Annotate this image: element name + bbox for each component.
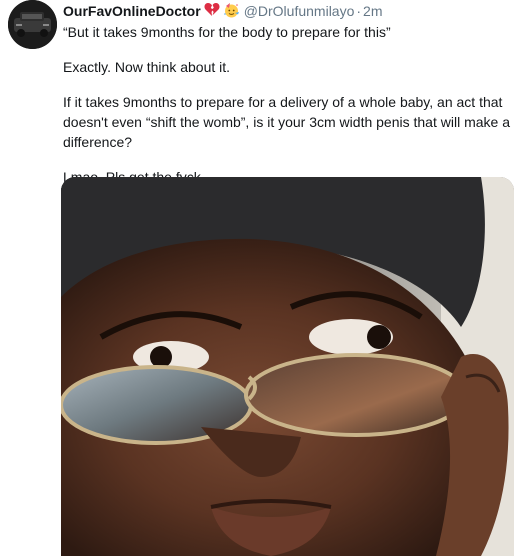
tweet-media-image[interactable]	[61, 177, 514, 556]
selfie-with-glasses-image	[61, 177, 514, 556]
tweet-content: OurFavOnlineDoctor @DrOlufunmilayo · 2m …	[63, 0, 516, 187]
tweet[interactable]: OurFavOnlineDoctor @DrOlufunmilayo · 2m …	[0, 0, 524, 556]
timestamp[interactable]: 2m	[363, 3, 382, 19]
avatar-car-image	[8, 0, 57, 49]
tweet-header: OurFavOnlineDoctor @DrOlufunmilayo · 2m	[63, 0, 516, 22]
avatar[interactable]	[8, 0, 57, 49]
party-face-emoji-icon	[223, 2, 240, 21]
tweet-paragraph-2: Exactly. Now think about it.	[63, 59, 231, 75]
user-handle[interactable]: @DrOlufunmilayo	[244, 3, 355, 19]
tweet-text: “But it takes 9months for the body to pr…	[63, 22, 516, 187]
tweet-paragraph-3: If it takes 9months to prepare for a del…	[63, 94, 510, 150]
display-name[interactable]: OurFavOnlineDoctor	[63, 3, 201, 19]
tweet-paragraph-quote: “But it takes 9months for the body to pr…	[63, 24, 391, 40]
broken-heart-emoji-icon	[204, 2, 220, 20]
separator-dot: ·	[356, 3, 362, 19]
